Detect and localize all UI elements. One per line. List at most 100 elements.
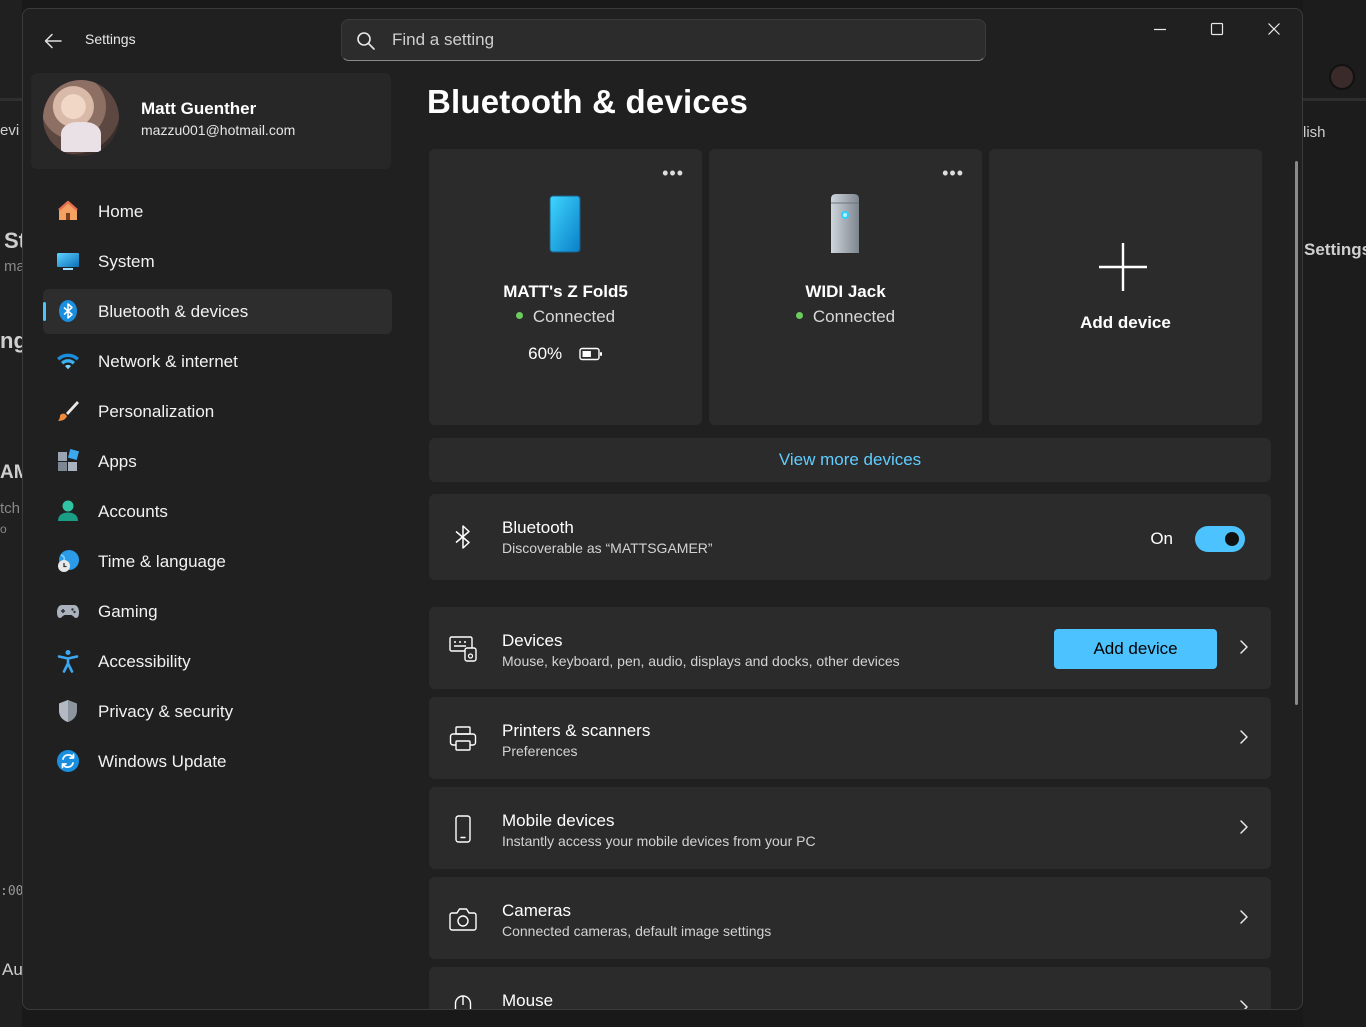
minimize-icon <box>1153 28 1166 31</box>
row-subtitle: Instantly access your mobile devices fro… <box>502 833 816 849</box>
background-window-right <box>1303 0 1366 1027</box>
device-status: Connected <box>429 307 702 327</box>
sidebar-item-bluetooth[interactable]: Bluetooth & devices <box>43 289 392 334</box>
battery-level: 60% <box>429 344 702 364</box>
sidebar-item-label: Gaming <box>98 601 158 621</box>
minimize-button[interactable] <box>1131 9 1188 49</box>
row-subtitle: Connected cameras, default image setting… <box>502 923 772 939</box>
view-more-devices-link[interactable]: View more devices <box>429 438 1271 482</box>
printers-row[interactable]: Printers & scanners Preferences <box>429 697 1271 779</box>
sidebar-item-label: Privacy & security <box>98 701 234 721</box>
sidebar-item-privacy[interactable]: Privacy & security <box>43 689 392 734</box>
device-status-text: Connected <box>812 307 896 326</box>
sidebar-nav: Home System Bluetooth & devices Network … <box>43 189 392 789</box>
profile-email: mazzu001@hotmail.com <box>141 122 296 138</box>
sidebar-item-system[interactable]: System <box>43 239 392 284</box>
sidebar-item-accessibility[interactable]: Accessibility <box>43 639 392 684</box>
back-button[interactable] <box>37 25 69 57</box>
chevron-right-icon <box>1240 640 1248 654</box>
bluetooth-subtitle: Discoverable as “MATTSGAMER” <box>502 540 713 556</box>
wifi-icon <box>56 349 80 373</box>
sidebar-item-label: Time & language <box>98 551 226 571</box>
devices-row[interactable]: Devices Mouse, keyboard, pen, audio, dis… <box>429 607 1271 689</box>
speaker-icon <box>825 193 865 260</box>
add-device-card[interactable]: Add device <box>989 149 1262 425</box>
apps-icon <box>56 449 80 473</box>
more-options-button[interactable]: ••• <box>942 163 964 184</box>
background-text: lish <box>1303 124 1326 141</box>
shield-icon <box>56 699 80 723</box>
sidebar-item-label: Accounts <box>98 501 168 521</box>
system-icon <box>56 249 80 273</box>
sidebar-item-label: Accessibility <box>98 651 191 671</box>
device-card[interactable]: ••• WIDI Jack Connected <box>709 149 982 425</box>
mouse-row[interactable]: Mouse <box>429 967 1271 1009</box>
search-box[interactable] <box>341 19 986 61</box>
main-content: Bluetooth & devices ••• MATT's Z Fold5 C… <box>427 71 1297 1009</box>
sidebar-item-time-language[interactable]: Time & language <box>43 539 392 584</box>
more-options-button[interactable]: ••• <box>662 163 684 184</box>
device-card[interactable]: ••• MATT's Z Fold5 Connected 60% <box>429 149 702 425</box>
bluetooth-title: Bluetooth <box>502 518 574 537</box>
devices-icon <box>449 635 477 663</box>
bluetooth-icon <box>56 299 80 323</box>
add-device-button[interactable]: Add device <box>1054 629 1217 669</box>
background-text: evi <box>0 122 20 139</box>
row-subtitle: Preferences <box>502 743 578 759</box>
update-icon <box>56 749 80 773</box>
add-device-label: Add device <box>1080 313 1171 332</box>
toggle-state-label: On <box>1150 529 1173 548</box>
row-title: Mobile devices <box>502 811 615 830</box>
chevron-right-icon <box>1240 730 1248 744</box>
vertical-scrollbar[interactable] <box>1295 161 1298 705</box>
mobile-devices-row[interactable]: Mobile devices Instantly access your mob… <box>429 787 1271 869</box>
background-text: tch <box>0 500 21 517</box>
search-input[interactable] <box>392 29 952 51</box>
sidebar-item-apps[interactable]: Apps <box>43 439 392 484</box>
accessibility-icon <box>56 649 80 673</box>
home-icon <box>56 199 80 223</box>
background-text: Settings <box>1304 240 1366 259</box>
background-divider <box>1303 98 1366 101</box>
sidebar-item-personalization[interactable]: Personalization <box>43 389 392 434</box>
sidebar-item-accounts[interactable]: Accounts <box>43 489 392 534</box>
sidebar-item-windows-update[interactable]: Windows Update <box>43 739 392 784</box>
background-divider <box>0 98 22 101</box>
sidebar-item-label: Windows Update <box>98 751 227 771</box>
device-status-text: Connected <box>532 307 616 326</box>
chevron-right-icon <box>1240 910 1248 924</box>
device-name: WIDI Jack <box>805 282 886 301</box>
background-text: Au <box>2 960 23 979</box>
title-bar: Settings <box>23 9 1302 71</box>
accounts-icon <box>56 499 80 523</box>
sidebar-item-home[interactable]: Home <box>43 189 392 234</box>
bluetooth-toggle[interactable] <box>1195 526 1245 552</box>
settings-window: Settings Matt Guenther mazzu001@hotmail.… <box>22 8 1303 1010</box>
brush-icon <box>56 399 80 423</box>
profile-card[interactable]: Matt Guenther mazzu001@hotmail.com <box>31 73 391 169</box>
printer-icon <box>449 725 477 753</box>
sidebar-item-label: Personalization <box>98 401 215 421</box>
camera-icon <box>449 905 477 933</box>
chevron-right-icon <box>1240 1000 1248 1009</box>
row-subtitle: Mouse, keyboard, pen, audio, displays an… <box>502 653 900 669</box>
cameras-row[interactable]: Cameras Connected cameras, default image… <box>429 877 1271 959</box>
profile-name: Matt Guenther <box>141 99 257 118</box>
battery-text: 60% <box>528 344 563 363</box>
sidebar-item-label: System <box>98 251 155 271</box>
chevron-right-icon <box>1240 820 1248 834</box>
close-button[interactable] <box>1245 9 1302 49</box>
background-text: :00 <box>0 884 24 899</box>
battery-icon <box>579 347 602 361</box>
maximize-button[interactable] <box>1188 9 1245 49</box>
row-title: Printers & scanners <box>502 721 651 740</box>
device-name: MATT's Z Fold5 <box>503 282 628 301</box>
sidebar-item-gaming[interactable]: Gaming <box>43 589 392 634</box>
globe-clock-icon <box>56 549 80 573</box>
back-arrow-icon <box>44 33 62 49</box>
search-icon <box>357 32 375 50</box>
maximize-icon <box>1210 22 1223 36</box>
row-title: Cameras <box>502 901 571 920</box>
sidebar-item-network[interactable]: Network & internet <box>43 339 392 384</box>
app-title: Settings <box>85 31 136 47</box>
